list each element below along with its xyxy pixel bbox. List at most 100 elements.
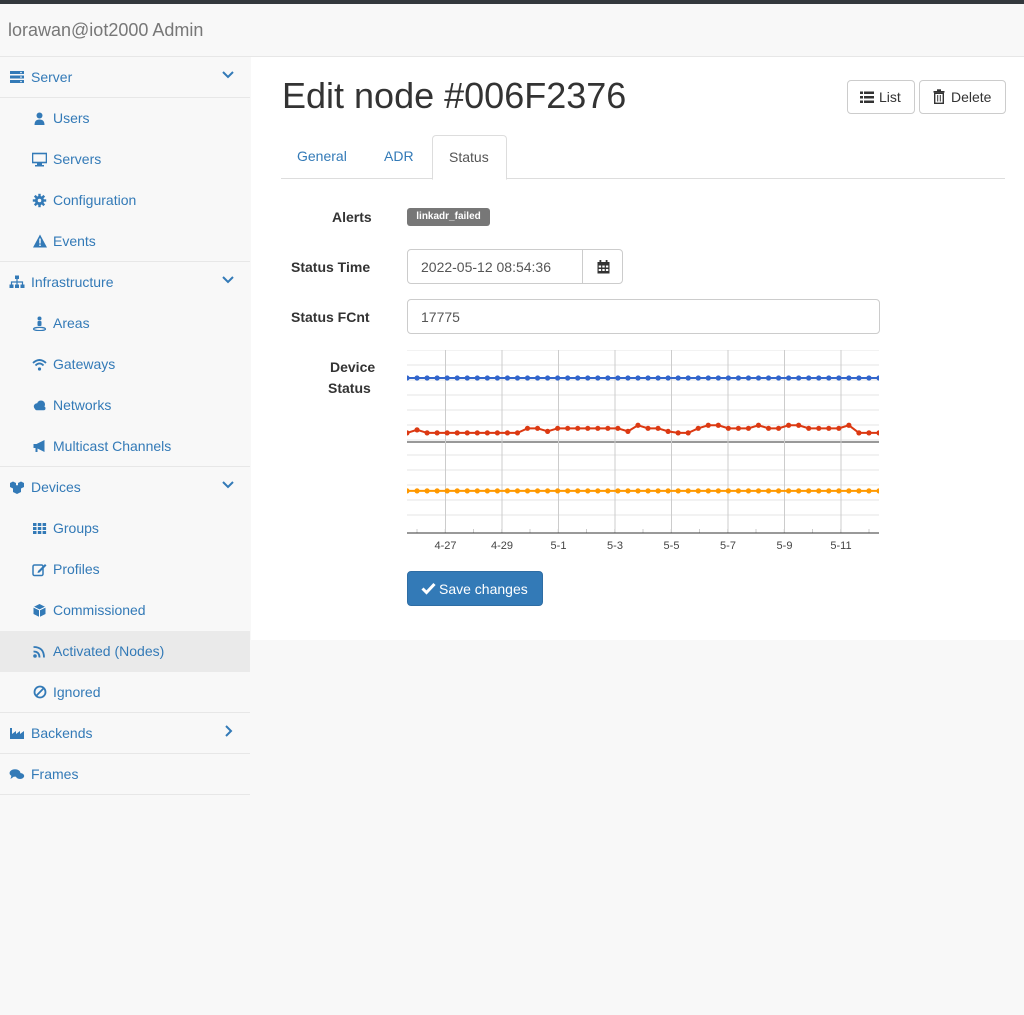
sidebar-item-ignored[interactable]: Ignored <box>0 672 250 713</box>
save-changes-label: Save changes <box>439 581 528 597</box>
sidebar-item-gateways[interactable]: Gateways <box>0 344 250 385</box>
chart-point <box>816 425 822 431</box>
chart-x-tick-label: 4-29 <box>491 540 513 552</box>
status-time-value: 2022-05-12 08:54:36 <box>421 259 551 275</box>
chart-point <box>695 488 701 494</box>
alerts-label: Alerts <box>332 209 372 225</box>
chart-point <box>625 428 631 434</box>
sidebar-item-label: Users <box>53 110 90 126</box>
sidebar-item-servers[interactable]: Servers <box>0 139 250 180</box>
sidebar-group-backends[interactable]: Backends <box>0 713 250 754</box>
chart-point <box>715 375 721 381</box>
chart-point <box>595 375 601 381</box>
chart-point <box>555 488 561 494</box>
chart-point <box>775 425 782 431</box>
chart-x-tick-label: 5-7 <box>720 540 736 552</box>
chart-point <box>575 425 581 431</box>
chart-point <box>665 488 671 494</box>
chart-point <box>765 425 772 431</box>
sidebar-item-commissioned[interactable]: Commissioned <box>0 590 250 631</box>
sidebar-group-label: Server <box>31 69 73 85</box>
sidebar-item-areas[interactable]: Areas <box>0 303 250 344</box>
sidebar-item-profiles[interactable]: Profiles <box>0 549 250 590</box>
chart-point <box>806 425 812 431</box>
chart-point <box>745 425 752 431</box>
list-button[interactable]: List <box>847 80 915 114</box>
bullhorn-icon <box>33 440 45 452</box>
chart-point <box>876 430 879 436</box>
gear-icon <box>32 193 47 208</box>
chart-point <box>705 488 711 494</box>
chart-point <box>615 488 621 494</box>
sidebar-group-infrastructure[interactable]: Infrastructure <box>0 262 250 303</box>
chart-point <box>665 375 671 381</box>
sidebar-item-networks[interactable]: Networks <box>0 385 250 426</box>
list-icon <box>860 91 874 103</box>
app-title[interactable]: lorawan@iot2000 Admin <box>8 20 203 41</box>
chart-point <box>826 488 832 494</box>
chart-point <box>705 375 711 381</box>
chart-point <box>775 488 782 494</box>
chart-point <box>524 375 531 381</box>
cubes-icon <box>10 481 24 494</box>
chart-point <box>585 425 591 431</box>
device-status-chart: 4-27 4-29 5-1 5-3 5-5 5-7 5-9 5-11 <box>407 350 879 552</box>
delete-button[interactable]: Delete <box>919 80 1006 114</box>
sidebar-group-frames[interactable]: Frames <box>0 754 250 795</box>
status-fcnt-input[interactable]: 17775 <box>407 299 880 334</box>
sidebar-item-configuration[interactable]: Configuration <box>0 180 250 221</box>
chart-point <box>715 422 721 428</box>
chart-point <box>645 425 651 431</box>
tab-general[interactable]: General <box>281 135 367 179</box>
chart-point <box>685 488 691 494</box>
tab-bar: General ADR Status <box>281 135 1005 180</box>
chart-point <box>484 430 490 436</box>
sidebar-item-events[interactable]: Events <box>0 221 250 262</box>
chart-point <box>434 375 440 381</box>
chart-point <box>444 488 450 494</box>
chart-point <box>444 375 450 381</box>
sidebar-item-label: Profiles <box>53 561 100 577</box>
chart-point <box>715 488 721 494</box>
wifi-icon <box>32 359 47 371</box>
sidebar-item-users[interactable]: Users <box>0 98 250 139</box>
chart-point <box>414 375 420 381</box>
chart-point <box>464 488 470 494</box>
sidebar-group-devices[interactable]: Devices <box>0 467 250 508</box>
chart-x-tick-label: 4-27 <box>434 540 456 552</box>
sidebar-item-groups[interactable]: Groups <box>0 508 250 549</box>
sidebar-item-activated-nodes[interactable]: Activated (Nodes) <box>0 631 250 672</box>
sidebar-group-server[interactable]: Server <box>0 57 250 98</box>
chart-point <box>414 427 420 433</box>
chart-point <box>615 425 621 431</box>
page-title: Edit node #006F2376 <box>282 75 627 116</box>
chart-point <box>575 488 581 494</box>
sidebar-group-label: Frames <box>31 766 79 782</box>
chart-point <box>725 488 731 494</box>
tab-status[interactable]: Status <box>432 135 507 180</box>
chart-x-tick-label: 5-9 <box>777 540 793 552</box>
chart-point <box>534 375 541 381</box>
comments-icon <box>9 769 25 779</box>
chart-point <box>615 375 621 381</box>
chart-point <box>595 488 601 494</box>
chevron-right-icon <box>225 725 233 737</box>
tab-label: General <box>297 148 347 164</box>
chart-point <box>866 488 872 494</box>
chart-point <box>494 375 500 381</box>
chart-point <box>655 375 661 381</box>
status-fcnt-value: 17775 <box>421 309 460 325</box>
tab-adr[interactable]: ADR <box>367 135 431 179</box>
chart-point <box>695 425 701 431</box>
chart-point <box>645 375 651 381</box>
chart-point <box>454 430 460 436</box>
chart-x-tick-label: 5-3 <box>607 540 623 552</box>
status-time-input[interactable]: 2022-05-12 08:54:36 <box>407 249 584 284</box>
chart-point <box>826 375 832 381</box>
chart-point <box>424 375 430 381</box>
calendar-button[interactable] <box>582 249 623 284</box>
chart-point <box>464 430 470 436</box>
chart-point <box>575 375 581 381</box>
sidebar-item-multicast-channels[interactable]: Multicast Channels <box>0 426 250 467</box>
save-changes-button[interactable]: Save changes <box>407 571 543 606</box>
